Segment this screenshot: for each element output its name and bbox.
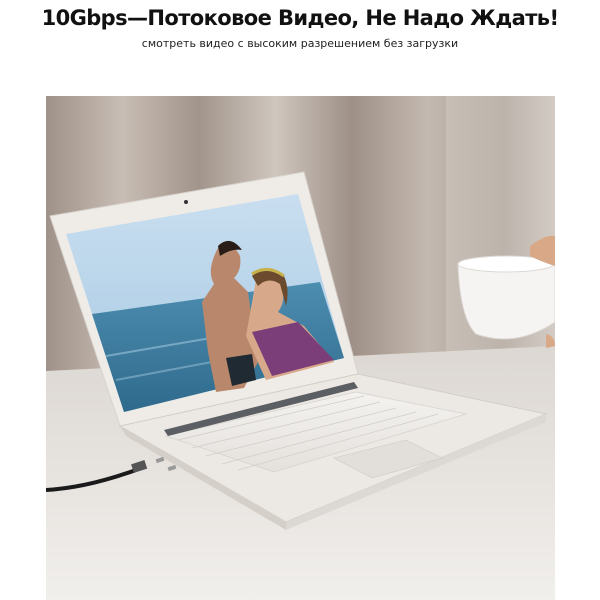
laptop-scene-illustration [46,96,555,600]
webcam [184,200,188,204]
headline: 10Gbps—Потоковое Видео, Не Надо Ждать! [41,6,559,30]
subline: смотреть видео с высоким разрешением без… [141,37,459,50]
product-photo [46,96,555,600]
